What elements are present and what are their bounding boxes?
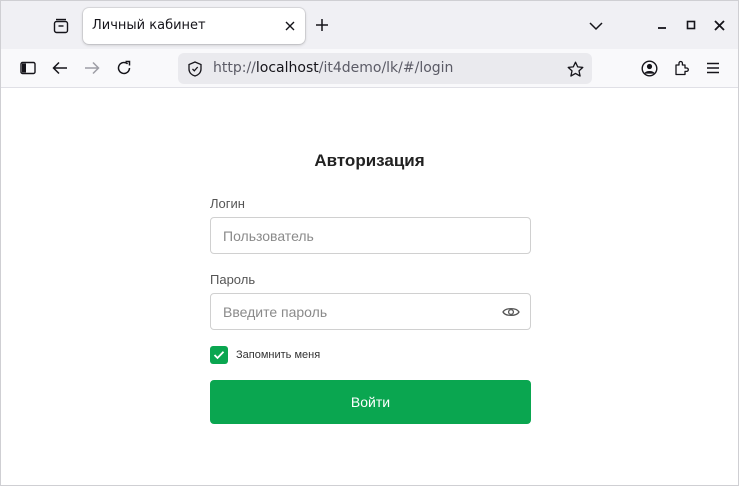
minimize-icon [658, 27, 666, 29]
star-icon [567, 61, 583, 77]
password-field [210, 293, 531, 330]
extensions-button[interactable] [668, 55, 694, 81]
account-icon [640, 59, 658, 77]
shield-icon [188, 61, 202, 77]
forward-button[interactable] [79, 55, 105, 81]
maximize-icon [686, 20, 696, 30]
url-path: /it4demo/lk/#/login [318, 60, 454, 76]
login-label: Логин [210, 196, 245, 211]
login-submit-button[interactable]: Войти [210, 380, 531, 424]
chevron-down-icon [589, 22, 603, 31]
plus-icon [316, 19, 328, 31]
close-window-button[interactable] [709, 15, 729, 35]
back-arrow-icon [52, 61, 67, 75]
remember-checkbox[interactable] [210, 346, 228, 364]
reload-button[interactable] [111, 55, 137, 81]
password-label: Пароль [210, 272, 256, 287]
browser-window: Личный кабинет http://localhost/it4demo/… [0, 0, 739, 486]
close-icon [285, 21, 295, 31]
close-window-icon [713, 19, 725, 31]
navigation-bar: http://localhost/it4demo/lk/#/login [1, 49, 738, 88]
site-info-button[interactable] [186, 60, 204, 78]
address-bar[interactable]: http://localhost/it4demo/lk/#/login [178, 53, 592, 84]
bookmark-button[interactable] [565, 59, 585, 79]
minimize-button[interactable] [652, 15, 672, 35]
sidebar-icon [20, 61, 36, 75]
maximize-button[interactable] [681, 15, 701, 35]
extensions-icon [675, 60, 689, 76]
login-title: Авторизация [314, 151, 425, 170]
remember-label: Запомнить меня [236, 349, 321, 361]
browser-tab[interactable]: Личный кабинет [83, 8, 305, 44]
forward-arrow-icon [85, 61, 100, 75]
tab-title: Личный кабинет [92, 18, 206, 33]
remember-me[interactable]: Запомнить меня [210, 346, 320, 364]
account-button[interactable] [636, 55, 662, 81]
tab-strip: Личный кабинет [1, 1, 738, 49]
menu-icon [707, 62, 719, 74]
username-input[interactable] [211, 218, 530, 253]
new-tab-button[interactable] [309, 12, 335, 38]
url-host: localhost [255, 60, 319, 76]
sidebar-button[interactable] [15, 55, 41, 81]
url-text[interactable]: http://localhost/it4demo/lk/#/login [213, 60, 453, 76]
list-all-tabs-button[interactable] [584, 14, 608, 38]
reload-icon [117, 60, 131, 75]
checkmark-icon [213, 351, 225, 360]
toggle-password-visibility-button[interactable] [502, 303, 520, 321]
page-content: Авторизация Логин Пароль Запомнить меня [1, 89, 738, 485]
url-scheme: http:// [213, 60, 256, 76]
password-input[interactable] [211, 294, 530, 329]
tab-close-button[interactable] [281, 17, 299, 35]
login-field [210, 217, 531, 254]
eye-icon [502, 307, 520, 317]
tab-list-button[interactable] [46, 11, 76, 41]
tab-list-icon [53, 18, 69, 34]
back-button[interactable] [47, 55, 73, 81]
app-menu-button[interactable] [700, 55, 726, 81]
